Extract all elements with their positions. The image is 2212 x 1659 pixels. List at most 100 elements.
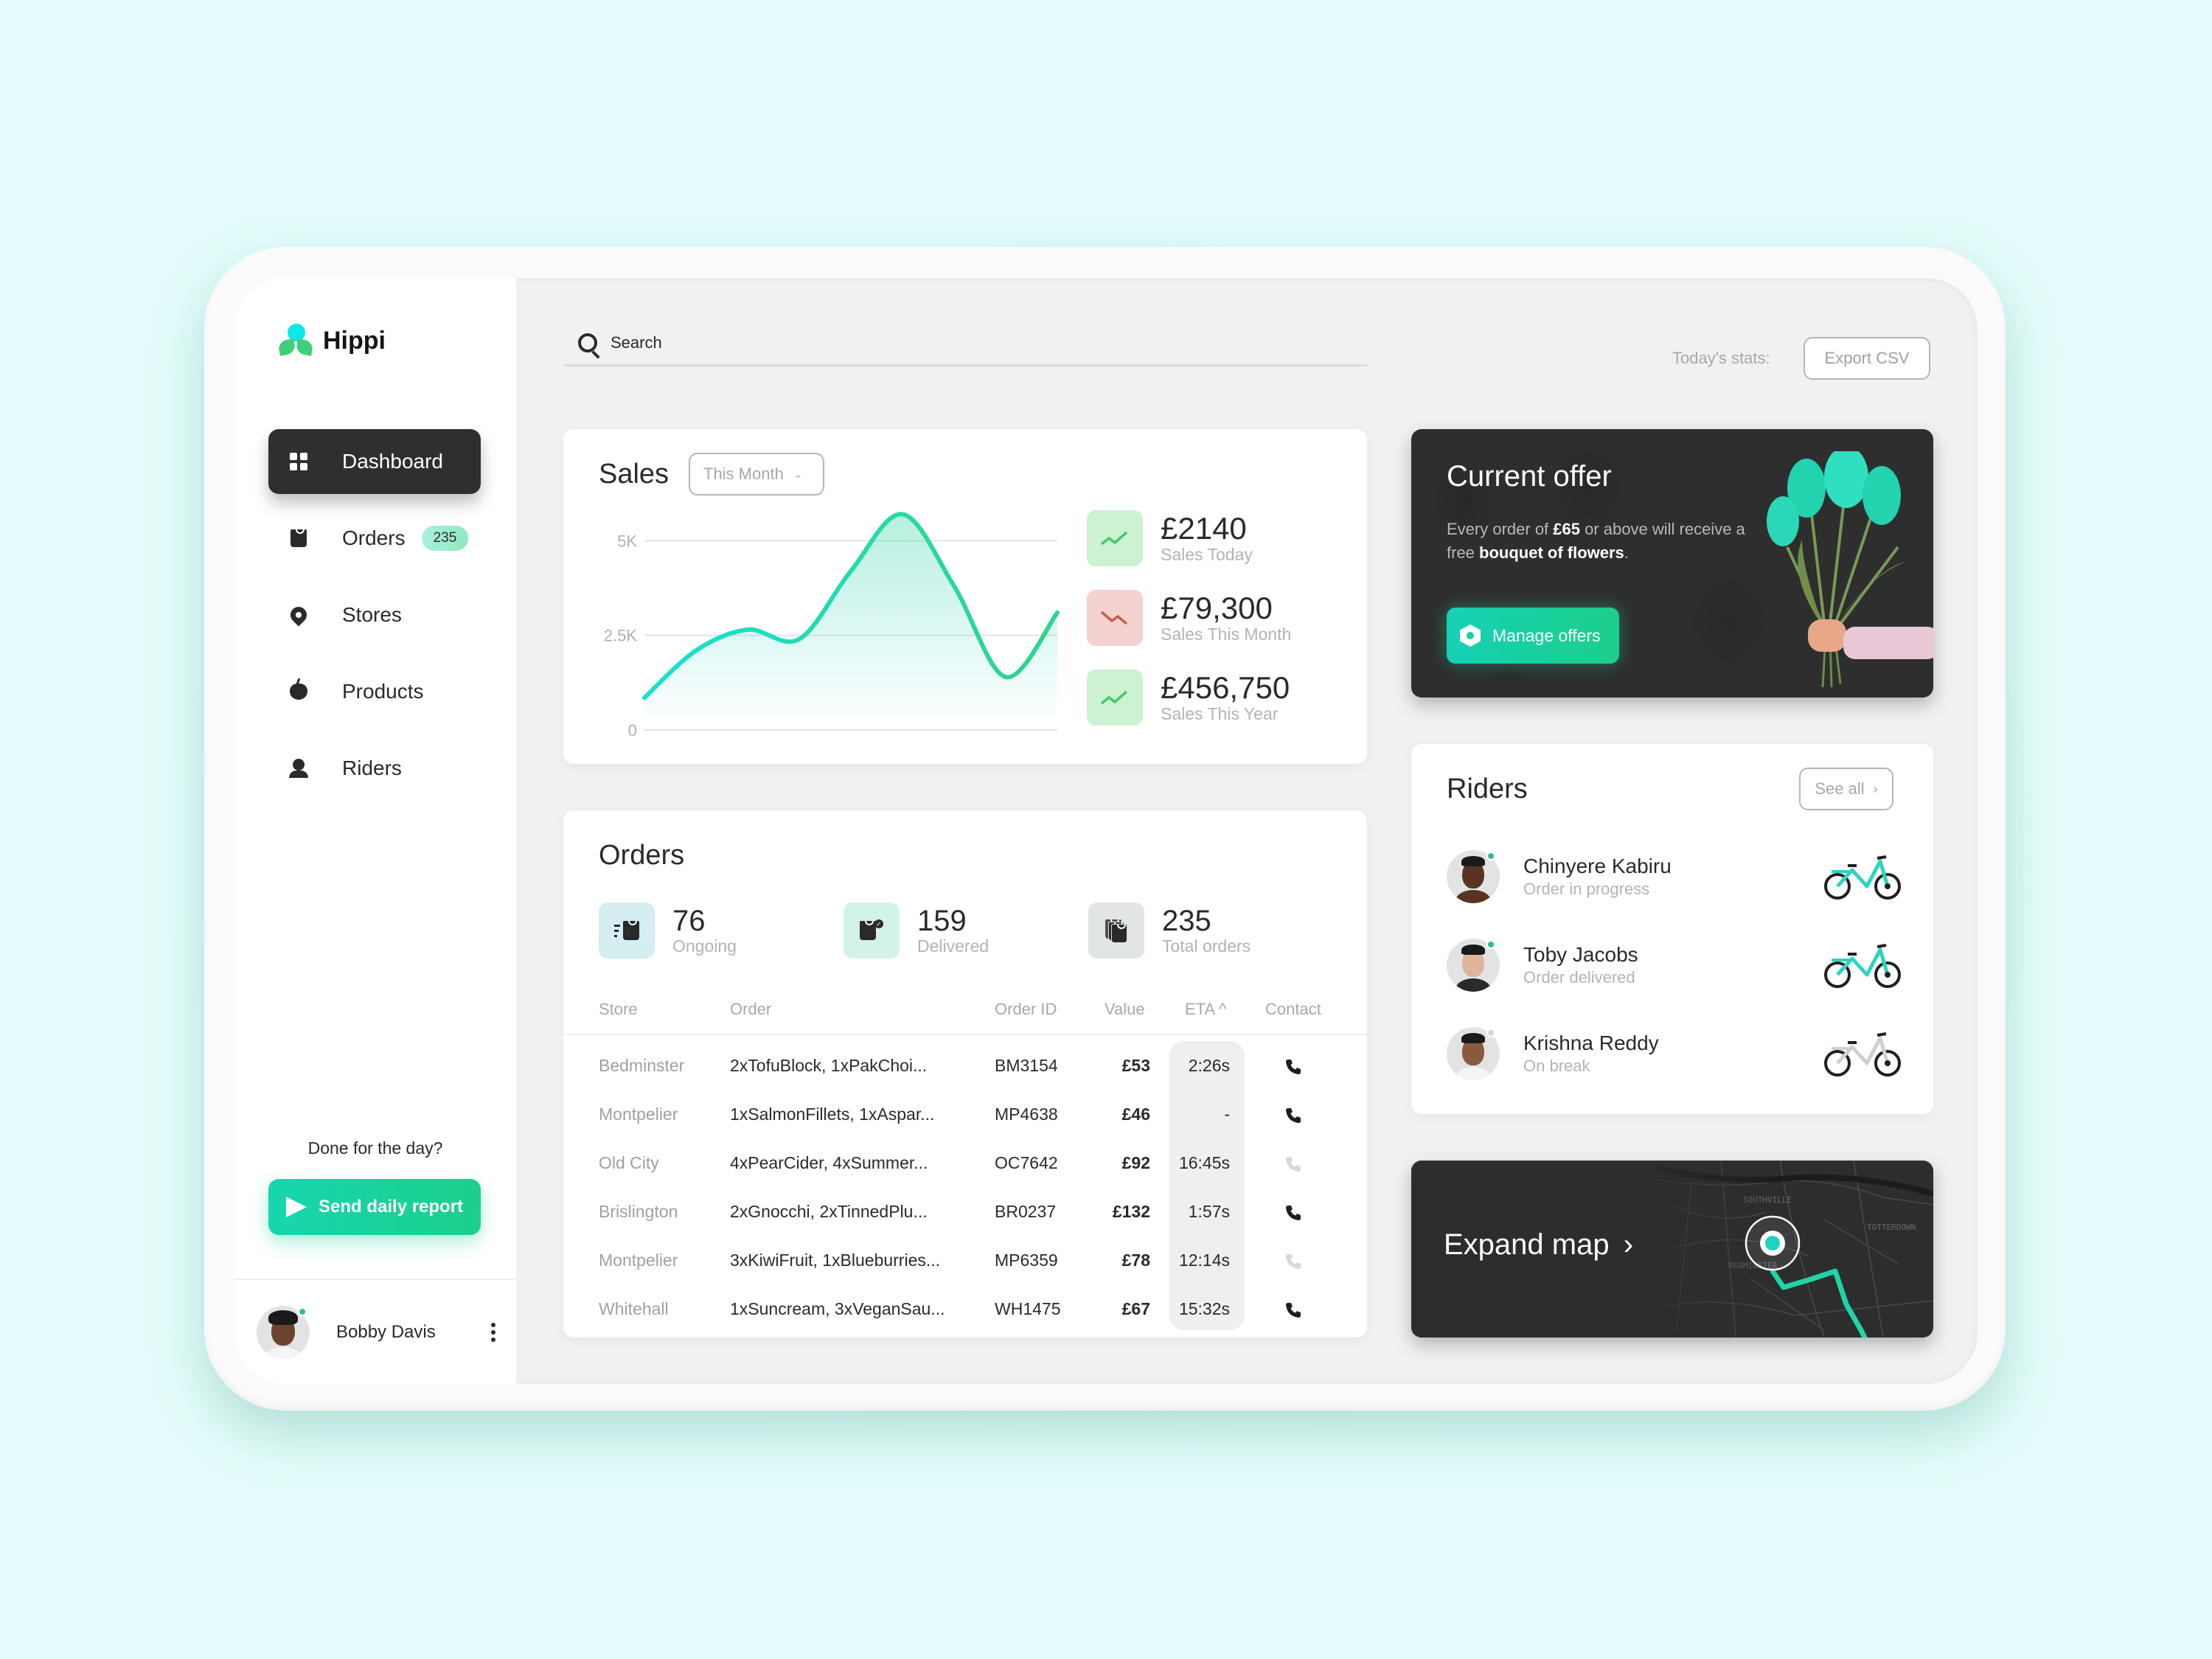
rider-list-item[interactable]: Toby Jacobs Order delivered bbox=[1447, 936, 1904, 995]
expand-map-card[interactable]: SOUTHVILLE BEDMINSTER TOTTERDOWN Expand … bbox=[1411, 1161, 1933, 1338]
rider-status-dot bbox=[1486, 1029, 1495, 1037]
cell-store: Brislington bbox=[599, 1202, 678, 1221]
search-input[interactable] bbox=[611, 333, 1274, 352]
phone-icon[interactable] bbox=[1284, 1090, 1302, 1138]
manage-offers-button[interactable]: Manage offers bbox=[1447, 608, 1619, 664]
cell-order-id: BR0237 bbox=[995, 1202, 1057, 1221]
orders-card: Orders 76Ongoing ✓ 159Delivered 235To bbox=[563, 810, 1367, 1338]
cell-value: £78 bbox=[1121, 1251, 1150, 1270]
offer-description: Every order of £65 or above will receive… bbox=[1447, 518, 1771, 565]
offer-title: Current offer bbox=[1447, 460, 1612, 493]
apple-icon bbox=[288, 681, 310, 703]
app-name: Hippi bbox=[323, 326, 386, 355]
table-row[interactable]: Bedminster 2xTofuBlock, 1xPakChoi... BM315… bbox=[563, 1041, 1367, 1090]
chevron-right-icon: › bbox=[1623, 1228, 1634, 1261]
orders-ongoing: 76 Ongoing bbox=[599, 902, 737, 959]
sidebar: Hippi Dashboard Orders 235 Stores Produc… bbox=[234, 278, 516, 1384]
column-header-order-id[interactable]: Order ID bbox=[995, 1000, 1057, 1019]
y-tick-label: 0 bbox=[628, 721, 637, 740]
see-all-button[interactable]: See all › bbox=[1799, 768, 1893, 810]
riders-card: Riders See all › Chinyere Kabiru Order in… bbox=[1411, 744, 1933, 1114]
rider-avatar-wrap bbox=[1447, 1027, 1500, 1080]
rider-name: Chinyere Kabiru bbox=[1523, 855, 1672, 877]
orders-total: 235 Total orders bbox=[1088, 902, 1251, 959]
stat-sales-month: £79,300 Sales This Month bbox=[1087, 590, 1291, 646]
cell-order-id: MP6359 bbox=[995, 1251, 1058, 1270]
cell-store: Bedminster bbox=[599, 1056, 685, 1075]
user-profile[interactable]: Bobby Davis bbox=[257, 1304, 500, 1360]
table-row[interactable]: Montpelier 3xKiwiFruit, 1xBlueburries... M… bbox=[563, 1236, 1367, 1284]
column-header-eta[interactable]: ETA ^ bbox=[1185, 1000, 1226, 1019]
table-header-divider bbox=[563, 1034, 1367, 1035]
rider-status: Order delivered bbox=[1523, 968, 1635, 987]
sidebar-item-label: Orders bbox=[342, 526, 406, 549]
cell-eta: 2:26s bbox=[1188, 1056, 1230, 1075]
table-row[interactable]: Whitehall 1xSuncream, 3xVeganSau... WH1475… bbox=[563, 1284, 1367, 1333]
cell-store: Montpelier bbox=[599, 1105, 678, 1124]
cell-store: Montpelier bbox=[599, 1251, 678, 1270]
sidebar-item-dashboard[interactable]: Dashboard bbox=[268, 429, 481, 494]
sidebar-item-label: Products bbox=[342, 680, 424, 703]
search-bar[interactable] bbox=[563, 321, 1367, 366]
column-header-value[interactable]: Value bbox=[1105, 1000, 1145, 1019]
sidebar-item-label: Dashboard bbox=[342, 450, 443, 473]
table-row[interactable]: Brislington 2xGnocchi, 2xTinnedPlu... BR02… bbox=[563, 1187, 1367, 1236]
sales-card: Sales This Month ⌄ 0 2.5K 5K £2140 Sales To… bbox=[563, 429, 1367, 764]
offer-text-part: . bbox=[1624, 543, 1629, 562]
rider-avatar-wrap bbox=[1447, 939, 1500, 992]
sidebar-item-stores[interactable]: Stores bbox=[268, 582, 481, 647]
current-offer-card: Current offer Every order of £65 or abov… bbox=[1411, 429, 1933, 698]
stat-label: Sales This Month bbox=[1161, 624, 1292, 644]
rider-info: Krishna Reddy On break bbox=[1523, 1032, 1823, 1076]
cell-order-id: OC7642 bbox=[995, 1153, 1058, 1172]
offer-text-part: Every order of bbox=[1447, 520, 1554, 538]
ongoing-count: 76 bbox=[672, 904, 706, 937]
cell-order: 3xKiwiFruit, 1xBlueburries... bbox=[730, 1251, 941, 1270]
sales-area-fill bbox=[644, 514, 1057, 715]
rider-icon bbox=[288, 757, 310, 779]
cell-order: 2xGnocchi, 2xTinnedPlu... bbox=[730, 1202, 928, 1221]
column-header-store[interactable]: Store bbox=[599, 1000, 638, 1019]
cell-order: 1xSalmonFillets, 1xAspar... bbox=[730, 1105, 935, 1124]
send-daily-report-button[interactable]: Send daily report bbox=[268, 1179, 481, 1235]
done-for-day-text: Done for the day? bbox=[307, 1138, 443, 1158]
column-header-order[interactable]: Order bbox=[730, 1000, 771, 1019]
stat-value: £456,750 bbox=[1161, 669, 1290, 705]
phone-icon bbox=[1284, 1138, 1302, 1187]
see-all-label: See all bbox=[1815, 779, 1865, 798]
cell-eta: - bbox=[1224, 1105, 1230, 1124]
online-status-dot bbox=[298, 1307, 307, 1316]
table-row[interactable]: Old City 4xPearCider, 4xSummer... OC7642 £9… bbox=[563, 1138, 1367, 1187]
table-row[interactable]: Montpelier 1xSalmonFillets, 1xAspar... MP4… bbox=[563, 1090, 1367, 1138]
more-options-icon[interactable] bbox=[487, 1318, 500, 1346]
trend-up-icon bbox=[1087, 510, 1143, 566]
rider-status-dot bbox=[1486, 940, 1495, 949]
riders-title: Riders bbox=[1447, 773, 1528, 804]
export-csv-button[interactable]: Export CSV bbox=[1804, 337, 1930, 380]
phone-icon bbox=[1284, 1236, 1302, 1284]
location-pin-icon bbox=[287, 603, 310, 627]
stat-label: Sales Today bbox=[1161, 544, 1253, 564]
sidebar-item-label: Riders bbox=[342, 757, 402, 779]
sidebar-item-products[interactable]: Products bbox=[268, 659, 481, 724]
column-header-contact[interactable]: Contact bbox=[1265, 1000, 1321, 1019]
cell-order-id: BM3154 bbox=[995, 1056, 1058, 1075]
phone-icon[interactable] bbox=[1284, 1284, 1302, 1333]
orders-delivered: ✓ 159 Delivered bbox=[844, 902, 989, 959]
cell-store: Old City bbox=[599, 1153, 659, 1172]
send-icon bbox=[286, 1197, 307, 1217]
manage-offers-label: Manage offers bbox=[1492, 625, 1601, 645]
total-label: Total orders bbox=[1162, 936, 1251, 956]
delivered-bag-icon: ✓ bbox=[844, 902, 900, 959]
rider-list-item[interactable]: Krishna Reddy On break bbox=[1447, 1024, 1904, 1083]
sidebar-item-orders[interactable]: Orders 235 bbox=[268, 506, 481, 571]
sidebar-item-riders[interactable]: Riders bbox=[268, 736, 481, 801]
cell-order: 2xTofuBlock, 1xPakChoi... bbox=[730, 1056, 928, 1075]
offer-reward: bouquet of flowers bbox=[1479, 543, 1624, 562]
rider-list-item[interactable]: Chinyere Kabiru Order in progress bbox=[1447, 847, 1904, 906]
todays-stats-label: Today's stats: bbox=[1672, 349, 1770, 367]
phone-icon[interactable] bbox=[1284, 1041, 1302, 1090]
send-daily-report-label: Send daily report bbox=[319, 1197, 464, 1217]
logo[interactable]: Hippi bbox=[277, 324, 386, 358]
phone-icon[interactable] bbox=[1284, 1187, 1302, 1236]
